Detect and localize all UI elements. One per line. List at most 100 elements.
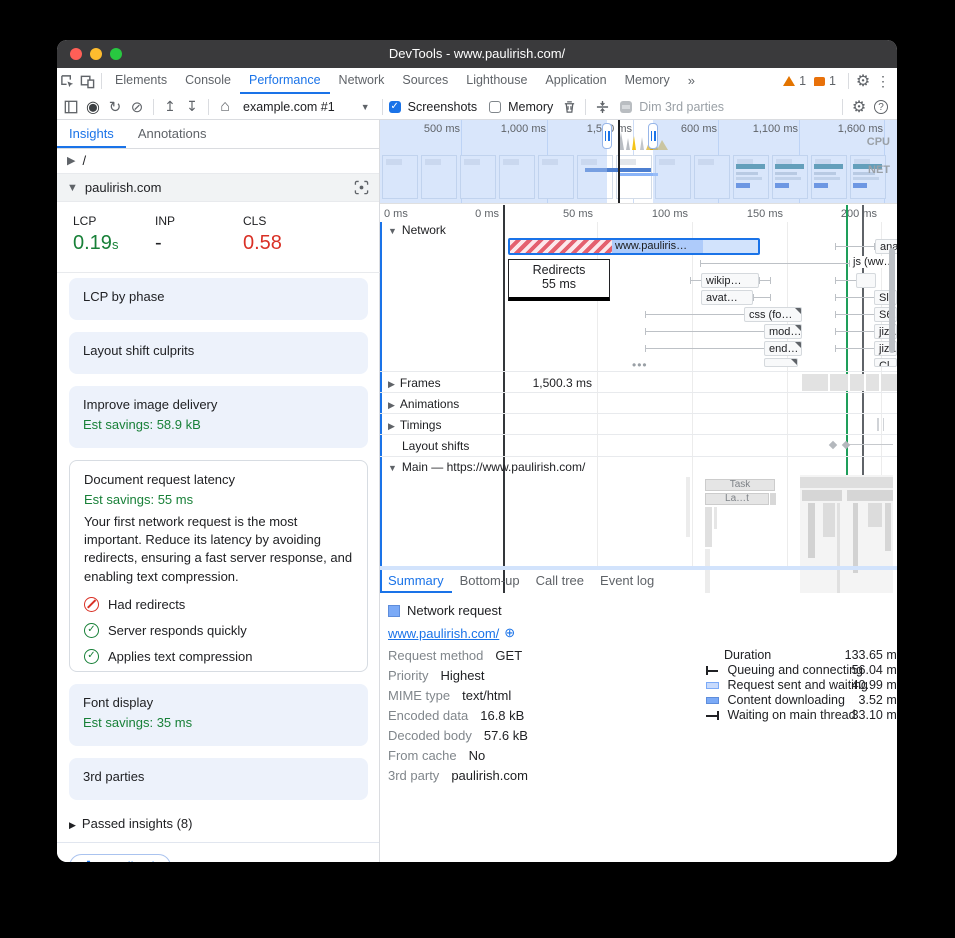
warning-icon[interactable] (783, 76, 795, 86)
tab-sources[interactable]: Sources (393, 68, 457, 94)
frame-bar[interactable] (850, 374, 864, 391)
network-request[interactable] (856, 273, 876, 288)
timing-label: Request sent and waiting (727, 678, 867, 692)
history-dropdown[interactable]: example.com #1 ▼ (237, 100, 376, 114)
cls-metric[interactable]: CLS 0.58 (243, 214, 282, 255)
tab-call-tree[interactable]: Call tree (528, 570, 592, 593)
reload-record-icon[interactable]: ↻ (105, 97, 125, 117)
inp-metric[interactable]: INP - (155, 214, 175, 255)
network-request[interactable]: end… (764, 341, 802, 356)
timings-track-header[interactable]: ▶Timings (388, 418, 441, 432)
summary-field-row: Request methodGET (388, 648, 522, 663)
inp-label: INP (155, 214, 175, 228)
device-toolbar-icon[interactable] (77, 71, 97, 91)
tab-network[interactable]: Network (330, 68, 394, 94)
tab-application[interactable]: Application (536, 68, 615, 94)
frame-bar[interactable] (802, 374, 828, 391)
flame-bar (847, 490, 893, 501)
animations-track-header[interactable]: ▶Animations (388, 397, 459, 411)
lcp-metric[interactable]: LCP 0.19s (73, 214, 118, 255)
layout-shifts-track-header[interactable]: Layout shifts (402, 439, 469, 453)
site-group-row[interactable]: ▼ paulirish.com (57, 174, 379, 202)
tab-bottom-up[interactable]: Bottom-up (452, 570, 528, 593)
tab-memory[interactable]: Memory (616, 68, 679, 94)
layout-shift-diamond[interactable] (829, 441, 837, 449)
clear-icon[interactable]: ⊘ (127, 97, 147, 117)
home-icon[interactable]: ⌂ (215, 97, 235, 117)
minimap-right-handle[interactable] (648, 123, 658, 149)
network-request[interactable]: wikip… (701, 273, 759, 288)
track-resize-handle[interactable]: ••• (632, 358, 648, 372)
download-profile-icon[interactable]: ↧ (182, 97, 202, 117)
network-request[interactable]: css (fo… (744, 307, 802, 322)
insight-card-document-request-latency[interactable]: Document request latency Est savings: 55… (69, 460, 368, 672)
timeline-minimap[interactable]: 500 ms 1,000 ms 1,500 ms 600 ms 1,100 ms… (380, 120, 897, 204)
tab-console[interactable]: Console (176, 68, 240, 94)
tab-elements[interactable]: Elements (106, 68, 176, 94)
insight-card-3rd-parties[interactable]: 3rd parties (69, 758, 368, 800)
request-url-link[interactable]: www.paulirish.com/ (388, 626, 499, 641)
passed-insights-toggle[interactable]: ▶Passed insights (8) (69, 816, 192, 831)
minimap-left-handle[interactable] (602, 123, 612, 149)
filmstrip-thumbnail[interactable] (616, 155, 652, 199)
issues-icon[interactable] (814, 77, 825, 86)
frame-bar[interactable] (830, 374, 848, 391)
settings-gear-icon[interactable]: ⚙ (853, 71, 873, 91)
insight-card-lcp-by-phase[interactable]: LCP by phase (69, 278, 368, 320)
divider (208, 99, 209, 115)
tab-event-log[interactable]: Event log (592, 570, 662, 593)
frame-bar[interactable] (881, 374, 897, 391)
task-label: La…t (725, 493, 749, 504)
network-request[interactable]: avat… (701, 290, 753, 305)
warning-count[interactable]: 1 (799, 74, 806, 88)
tab-summary[interactable]: Summary (380, 570, 452, 593)
request-label: www.pauliris… (612, 240, 703, 253)
memory-checkbox[interactable] (489, 101, 501, 113)
tab-annotations[interactable]: Annotations (126, 120, 219, 148)
insight-card-layout-shift-culprits[interactable]: Layout shift culprits (69, 332, 368, 374)
insight-card-font-display[interactable]: Font display Est savings: 35 ms (69, 684, 368, 746)
divider (848, 73, 849, 89)
tab-insights[interactable]: Insights (57, 120, 126, 148)
collect-garbage-icon[interactable] (559, 97, 579, 117)
task-bar[interactable]: Task (705, 479, 775, 491)
field-value: No (469, 748, 486, 763)
check-label: Had redirects (108, 597, 185, 612)
network-track-header[interactable]: ▼Network (388, 223, 446, 237)
screenshots-checkbox[interactable]: ✓ (389, 101, 401, 113)
shortcuts-icon[interactable] (592, 97, 612, 117)
network-request[interactable]: mod… (764, 324, 802, 339)
network-request[interactable]: Cl… (874, 358, 897, 367)
open-in-network-globe-icon[interactable]: ⊕ (504, 625, 515, 641)
feedback-button[interactable]: Feedback (69, 854, 171, 862)
card-title: LCP by phase (83, 289, 354, 304)
inspect-element-icon[interactable] (57, 71, 77, 91)
timings-track: ▶Timings (380, 413, 897, 435)
tab-performance[interactable]: Performance (240, 68, 330, 94)
check-server-responds: ✓ Server responds quickly (84, 623, 353, 638)
capture-settings-gear-icon[interactable]: ⚙ (849, 97, 869, 117)
help-icon[interactable]: ? (871, 97, 891, 117)
field-value: paulirish.com (451, 768, 528, 783)
layout-shift-diamond[interactable] (842, 441, 850, 449)
record-icon[interactable]: ◉ (83, 97, 103, 117)
request-whisker (645, 314, 745, 315)
tab-lighthouse[interactable]: Lighthouse (457, 68, 536, 94)
layout-shifts-track: Layout shifts (380, 434, 897, 457)
nav-group-row[interactable]: ▶ / (57, 148, 379, 174)
layout-bar[interactable]: La…t (705, 493, 769, 505)
vertical-scrollbar-thumb[interactable] (889, 248, 895, 353)
upload-profile-icon[interactable]: ↥ (160, 97, 180, 117)
issue-count[interactable]: 1 (829, 74, 836, 88)
toggle-sidebar-icon[interactable] (61, 97, 81, 117)
network-request[interactable] (764, 358, 798, 367)
frame-bar[interactable] (866, 374, 879, 391)
kebab-menu-icon[interactable]: ⋮ (873, 71, 893, 91)
flame-bar (714, 507, 717, 529)
insight-card-improve-image-delivery[interactable]: Improve image delivery Est savings: 58.9… (69, 386, 368, 448)
network-request-main-document[interactable]: www.pauliris… (508, 238, 760, 255)
main-track-header[interactable]: ▼Main — https://www.paulirish.com/ (388, 460, 585, 474)
frames-track-header[interactable]: ▶Frames (388, 376, 441, 390)
field-trends-icon[interactable] (354, 180, 369, 198)
more-tabs-icon[interactable]: » (679, 68, 704, 94)
